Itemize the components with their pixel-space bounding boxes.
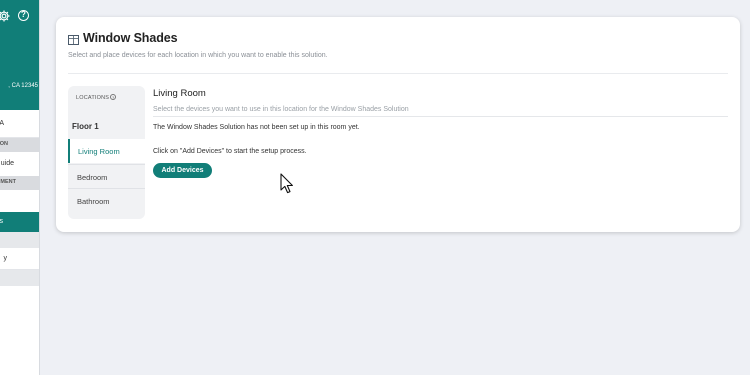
sidebar-item[interactable]: y xyxy=(0,248,39,270)
sidebar-section-label: MENT xyxy=(0,179,16,185)
sidebar-item[interactable] xyxy=(0,270,39,286)
sidebar-item[interactable] xyxy=(0,190,39,212)
room-title: Living Room xyxy=(153,88,206,99)
sidebar-item-active[interactable]: s xyxy=(0,212,39,232)
room-subtitle: Select the devices you want to use in th… xyxy=(153,106,409,113)
room-item-label: Living Room xyxy=(78,147,120,156)
address-text: , CA 12345 xyxy=(8,83,38,89)
locations-header-label: LOCATIONS xyxy=(76,95,110,101)
sidebar-item-label: uide xyxy=(0,160,14,167)
locations-header: LOCATIONS? xyxy=(76,94,117,101)
sidebar-address: , CA 12345 xyxy=(0,64,39,110)
sidebar-section-header: ON xyxy=(0,138,39,152)
help-icon[interactable]: ? xyxy=(110,94,117,100)
setup-status-message: The Window Shades Solution has not been … xyxy=(153,124,360,131)
room-item-bathroom[interactable]: Bathroom xyxy=(68,188,145,212)
page-title: Window Shades xyxy=(83,31,178,45)
help-icon[interactable]: ? xyxy=(18,10,29,21)
sidebar-item-label: y xyxy=(3,255,8,262)
sidebar-header: ? xyxy=(0,0,39,64)
room-item-label: Bedroom xyxy=(77,173,108,182)
room-item-bedroom[interactable]: Bedroom xyxy=(68,164,145,188)
add-devices-button[interactable]: Add Devices xyxy=(153,163,212,178)
mouse-pointer-icon xyxy=(280,173,293,194)
room-item-label: Bathroom xyxy=(77,197,110,206)
page-subtitle: Select and place devices for each locati… xyxy=(68,52,328,59)
sidebar-item-guide[interactable]: uide xyxy=(0,152,39,176)
divider xyxy=(153,116,728,117)
sidebar-item-label: s xyxy=(0,218,3,225)
sidebar-section-header: MENT xyxy=(0,176,39,190)
window-shades-icon xyxy=(68,35,79,45)
locations-panel: LOCATIONS? Floor 1 Living Room Bedroom B… xyxy=(68,86,145,219)
sidebar: ? , CA 12345 A ON uide MENT s y xyxy=(0,0,40,375)
sidebar-section-label: ON xyxy=(0,141,8,147)
window-shades-card: Window Shades Select and place devices f… xyxy=(56,17,740,232)
setup-instruction-message: Click on "Add Devices" to start the setu… xyxy=(153,148,307,155)
room-item-living-room[interactable]: Living Room xyxy=(68,139,145,163)
floor-label: Floor 1 xyxy=(72,122,99,131)
gear-icon[interactable] xyxy=(0,9,11,23)
divider xyxy=(68,73,728,74)
sidebar-item-label: A xyxy=(0,120,4,127)
sidebar-item[interactable] xyxy=(0,232,39,248)
sidebar-item-a[interactable]: A xyxy=(0,110,39,138)
